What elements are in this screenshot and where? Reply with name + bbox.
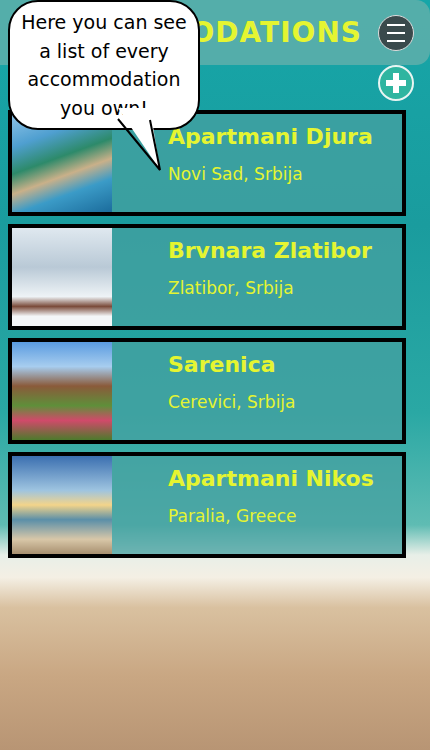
accommodation-list: Apartmani Djura Novi Sad, Srbija Brvnara Z… xyxy=(8,110,406,558)
accommodation-location: Zlatibor, Srbija xyxy=(168,276,372,302)
menu-button[interactable] xyxy=(378,15,414,51)
accommodation-photo xyxy=(12,228,112,326)
accommodation-card[interactable]: Sarenica Cerevici, Srbija xyxy=(8,338,406,444)
plus-icon xyxy=(384,71,408,95)
accommodation-name: Sarenica xyxy=(168,352,296,378)
accommodation-name: Apartmani Djura xyxy=(168,124,373,150)
accommodation-info: Brvnara Zlatibor Zlatibor, Srbija xyxy=(112,228,380,326)
accommodation-location: Cerevici, Srbija xyxy=(168,390,296,416)
accommodation-photo xyxy=(12,456,112,554)
accommodation-location: Novi Sad, Srbija xyxy=(168,162,373,188)
accommodation-name: Apartmani Nikos xyxy=(168,466,374,492)
accommodation-info: Apartmani Nikos Paralia, Greece xyxy=(112,456,382,554)
accommodation-info: Sarenica Cerevici, Srbija xyxy=(112,342,304,440)
accommodation-name: Brvnara Zlatibor xyxy=(168,238,372,264)
accommodation-card[interactable]: Brvnara Zlatibor Zlatibor, Srbija xyxy=(8,224,406,330)
accommodation-card[interactable]: Apartmani Nikos Paralia, Greece xyxy=(8,452,406,558)
tooltip-bubble: Here you can see a list of every accommo… xyxy=(8,0,200,130)
accommodation-photo xyxy=(12,342,112,440)
add-button[interactable] xyxy=(378,65,414,101)
accommodation-location: Paralia, Greece xyxy=(168,504,374,530)
